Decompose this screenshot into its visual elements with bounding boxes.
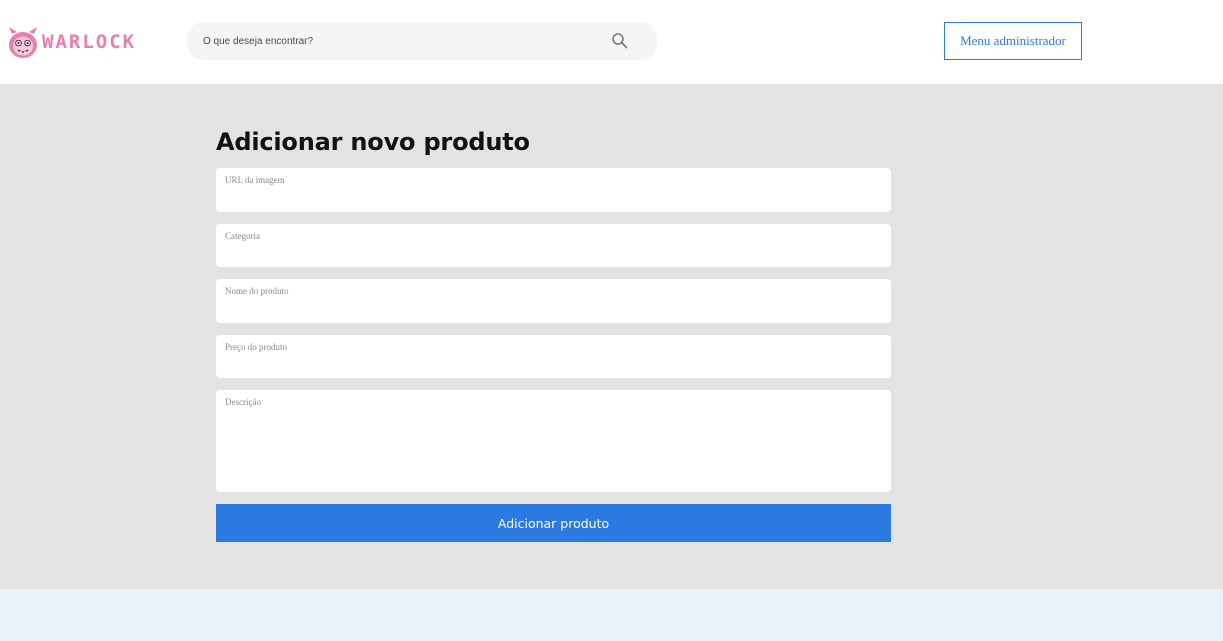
image-url-label: URL da imagem [225,175,285,185]
description-field[interactable]: Descrição [216,390,891,492]
logo[interactable]: WARLOCK [6,22,138,62]
image-url-field[interactable]: URL da imagem [216,168,891,212]
logo-text: WARLOCK [42,30,137,53]
product-name-field[interactable]: Nome do produto [216,279,891,323]
product-name-label: Nome do produto [225,286,289,296]
search-icon[interactable] [611,32,629,50]
category-input[interactable] [225,244,882,262]
main-content: Adicionar novo produto URL da imagem Cat… [0,84,1223,589]
search-bar [187,22,657,60]
description-textarea[interactable] [225,412,882,484]
warlock-logo-icon [9,27,37,58]
add-product-button[interactable]: Adicionar produto [216,504,891,542]
admin-menu-button[interactable]: Menu administrador [944,22,1082,60]
product-price-input[interactable] [225,355,882,373]
search-input[interactable] [187,22,657,60]
product-name-input[interactable] [225,299,882,317]
category-field[interactable]: Categoria [216,224,891,267]
description-label: Descrição [225,397,261,407]
product-price-field[interactable]: Preço do produto [216,335,891,378]
page-title: Adicionar novo produto [216,128,530,156]
category-label: Categoria [225,231,260,241]
product-price-label: Preço do produto [225,342,287,352]
site-footer [0,589,1223,641]
site-header: WARLOCK Menu administrador [0,0,1223,84]
image-url-input[interactable] [225,188,882,206]
